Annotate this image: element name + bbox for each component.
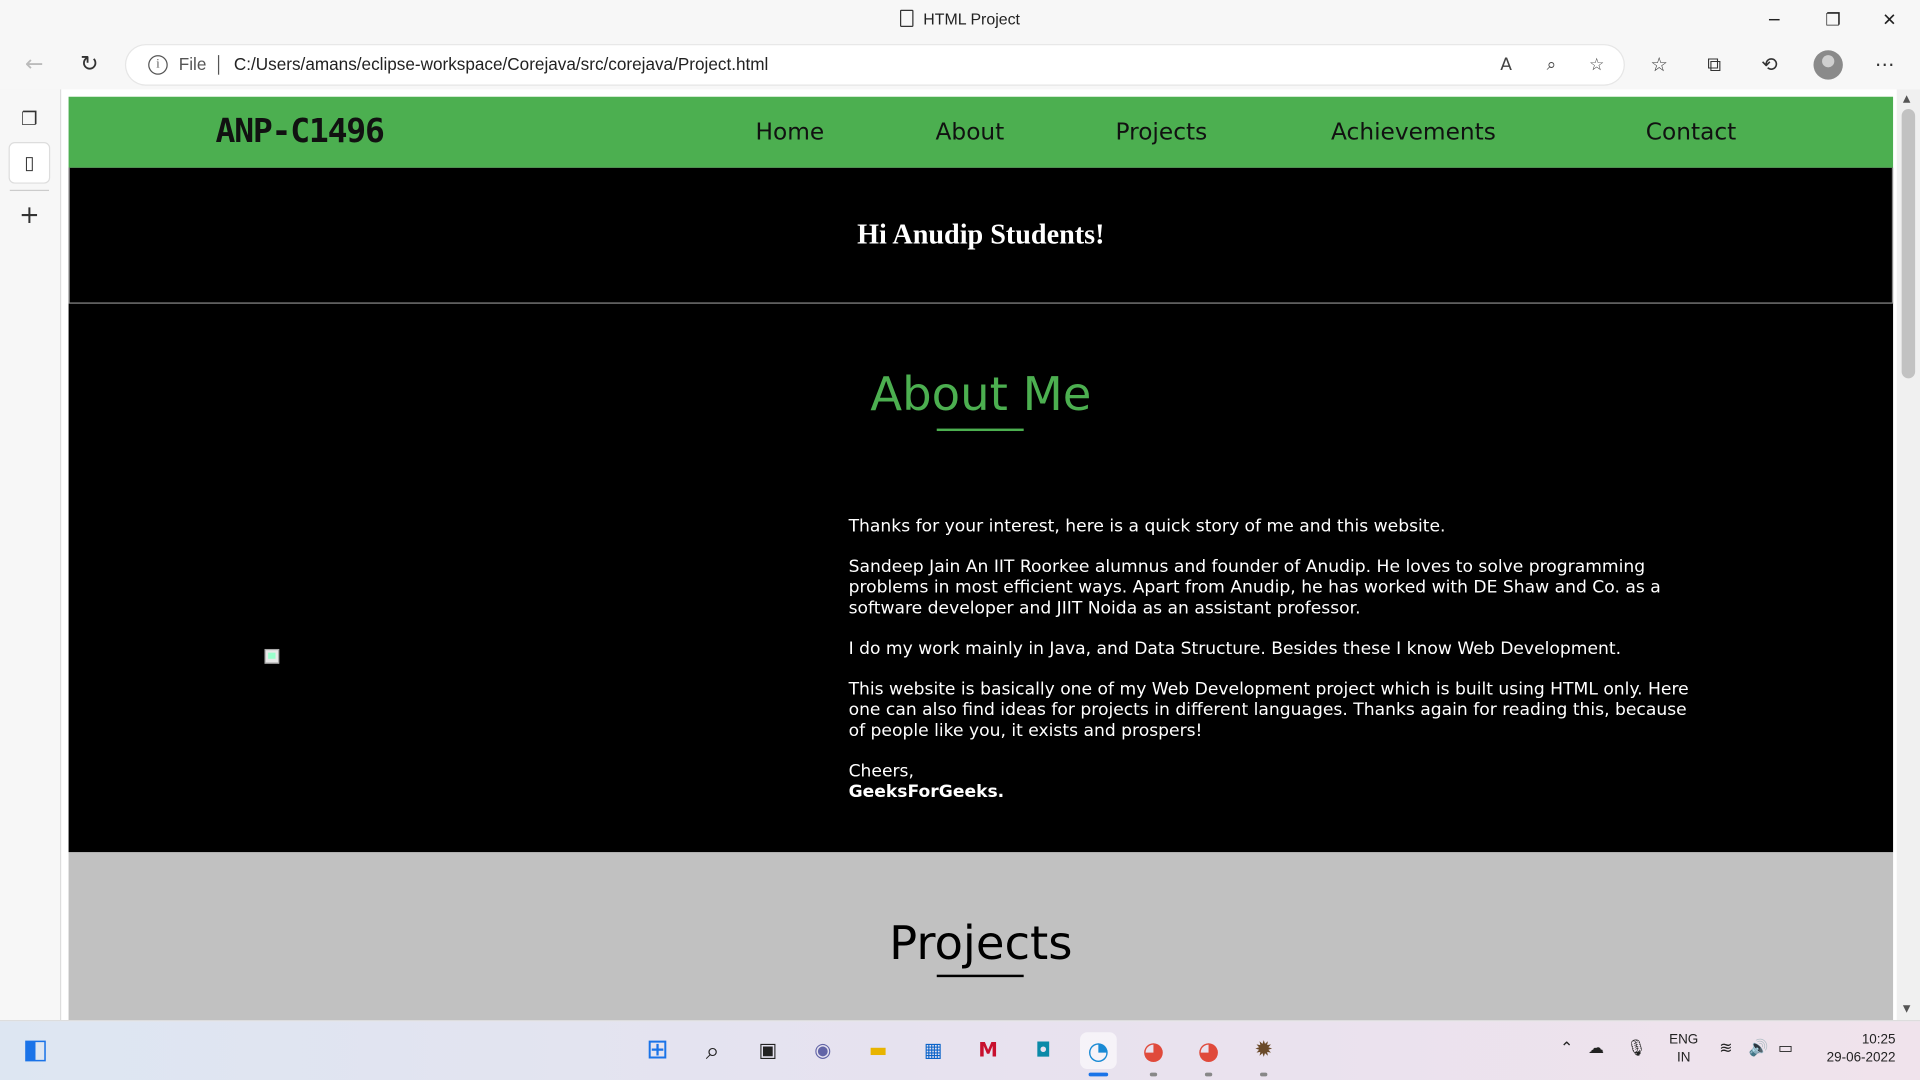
projects-heading: Projects <box>889 915 1073 970</box>
onedrive-cloud-icon[interactable]: ☁ <box>1588 1040 1604 1058</box>
nav-contact-link[interactable]: Contact <box>1646 119 1737 146</box>
nav-projects-link[interactable]: Projects <box>1116 119 1208 146</box>
nav-home-link[interactable]: Home <box>756 119 825 146</box>
wifi-icon[interactable]: ≋ <box>1719 1040 1732 1058</box>
window-title-text: HTML Project <box>923 9 1020 29</box>
address-bar[interactable]: i File C:/Users/amans/eclipse-workspace/… <box>126 45 1624 85</box>
task-view-icon[interactable]: ▣ <box>749 1032 786 1069</box>
mcafee-icon[interactable]: M <box>970 1032 1007 1069</box>
nav-achievements-link[interactable]: Achievements <box>1331 119 1496 146</box>
file-explorer-icon[interactable]: ▬ <box>860 1032 897 1069</box>
browser-toolbar: ← ↻ i File C:/Users/amans/eclipse-worksp… <box>0 40 1920 90</box>
page-viewport: ANP-C1496 Home About Projects Achievemen… <box>60 89 1920 1021</box>
new-tab-icon[interactable]: + <box>10 195 49 234</box>
battery-icon[interactable]: ▭ <box>1778 1040 1793 1058</box>
chrome-icon[interactable]: ◕ <box>1135 1032 1172 1069</box>
about-paragraph: I do my work mainly in Java, and Data St… <box>848 639 1622 659</box>
restore-button[interactable]: ❐ <box>1805 5 1861 37</box>
vertical-tabs-strip: ❐ ▯ + <box>0 89 59 1021</box>
tab-actions-icon[interactable]: ❐ <box>10 99 49 138</box>
hero-heading: Hi Anudip Students! <box>857 219 1105 250</box>
favorites-icon[interactable]: ☆ <box>1645 50 1674 79</box>
widgets-icon[interactable]: ◧ <box>17 1032 54 1069</box>
about-paragraph: Sandeep Jain An IIT Roorkee alumnus and … <box>848 557 1661 619</box>
site-navbar: ANP-C1496 Home About Projects Achievemen… <box>68 96 1894 168</box>
about-signature: GeeksForGeeks. <box>848 782 1005 803</box>
region-code: IN <box>1676 1050 1691 1066</box>
eclipse-running-indicator <box>1260 1072 1268 1077</box>
projects-underline <box>936 974 1024 978</box>
windows-taskbar: ◧ ⊞ ⌕ ▣ ◉ ▬ ▦ M ◘ ◔ ◕ ◕ ✹ ⌃ ☁ 🎙 ENG IN ≋… <box>0 1020 1920 1080</box>
document-icon <box>900 9 914 27</box>
tab-html-project[interactable]: ▯ <box>9 143 49 183</box>
back-button[interactable]: ← <box>15 45 54 84</box>
start-menu-icon[interactable]: ⊞ <box>639 1032 676 1069</box>
show-hidden-icons-chevron-icon[interactable]: ⌃ <box>1560 1040 1573 1058</box>
chrome-profile-icon[interactable]: ◕ <box>1190 1032 1227 1069</box>
window-title: HTML Project <box>0 9 1920 29</box>
clock[interactable]: 10:25 29-06-2022 <box>1810 1031 1908 1068</box>
eclipse-icon[interactable]: ✹ <box>1245 1032 1282 1069</box>
minimize-button[interactable]: ─ <box>1746 5 1802 37</box>
clock-date: 29-06-2022 <box>1826 1050 1896 1066</box>
address-separator <box>217 55 220 75</box>
chrome-running-indicator <box>1149 1072 1158 1077</box>
nav-about-link[interactable]: About <box>936 119 1005 146</box>
volume-icon[interactable]: 🔊 <box>1749 1040 1769 1058</box>
about-text-block: Thanks for your interest, here is a quic… <box>849 517 1694 804</box>
site-logo[interactable]: ANP-C1496 <box>216 113 385 151</box>
search-icon[interactable]: ⌕ <box>694 1032 731 1069</box>
clock-time: 10:25 <box>1861 1032 1896 1047</box>
chrome-profile-running-indicator <box>1204 1072 1213 1077</box>
chat-icon[interactable]: ◉ <box>804 1032 841 1069</box>
collections-icon[interactable]: ⧉ <box>1700 50 1729 79</box>
projects-section: Projects <box>68 852 1894 1021</box>
about-section: About Me Thanks for your interest, here … <box>68 303 1894 853</box>
store-icon[interactable]: ▦ <box>915 1032 952 1069</box>
site-info-icon[interactable]: i <box>148 55 168 75</box>
title-bar: HTML Project ─ ❐ ✕ <box>0 0 1920 41</box>
close-window-button[interactable]: ✕ <box>1861 5 1917 37</box>
about-underline <box>936 428 1024 432</box>
read-aloud-icon[interactable]: A <box>1494 53 1518 77</box>
file-scheme-label: File <box>178 53 207 74</box>
reload-button[interactable]: ↻ <box>70 45 109 84</box>
zoom-icon[interactable]: ⌕ <box>1539 53 1563 77</box>
more-menu-icon[interactable]: ⋯ <box>1870 50 1899 79</box>
scroll-down-arrow-icon[interactable]: ▼ <box>1903 1003 1911 1014</box>
microphone-icon[interactable]: 🎙 <box>1626 1040 1646 1058</box>
broken-image-icon <box>264 648 280 664</box>
language-code: ENG <box>1669 1032 1699 1047</box>
about-paragraph: This website is basically one of my Web … <box>848 679 1689 741</box>
hero-section: Hi Anudip Students! <box>68 167 1894 304</box>
page-scrollbar[interactable]: ▲ ▼ <box>1896 89 1920 1021</box>
edge-active-indicator <box>1088 1072 1109 1077</box>
scroll-thumb[interactable] <box>1901 108 1916 379</box>
web-page: ANP-C1496 Home About Projects Achievemen… <box>68 96 1894 1021</box>
about-closing: Cheers, <box>848 761 914 782</box>
about-paragraph: Thanks for your interest, here is a quic… <box>848 516 1446 537</box>
profile-avatar[interactable] <box>1813 50 1843 80</box>
language-indicator[interactable]: ENG IN <box>1663 1031 1705 1068</box>
edge-browser-icon[interactable]: ◔ <box>1080 1032 1117 1069</box>
about-heading: About Me <box>870 367 1092 422</box>
app-icon[interactable]: ◘ <box>1025 1032 1062 1069</box>
add-favorite-icon[interactable]: ☆ <box>1585 53 1609 77</box>
tab-divider <box>9 189 49 192</box>
scroll-up-arrow-icon[interactable]: ▲ <box>1903 93 1911 104</box>
url-text[interactable]: C:/Users/amans/eclipse-workspace/Corejav… <box>234 54 768 74</box>
history-icon[interactable]: ⟲ <box>1755 50 1784 79</box>
